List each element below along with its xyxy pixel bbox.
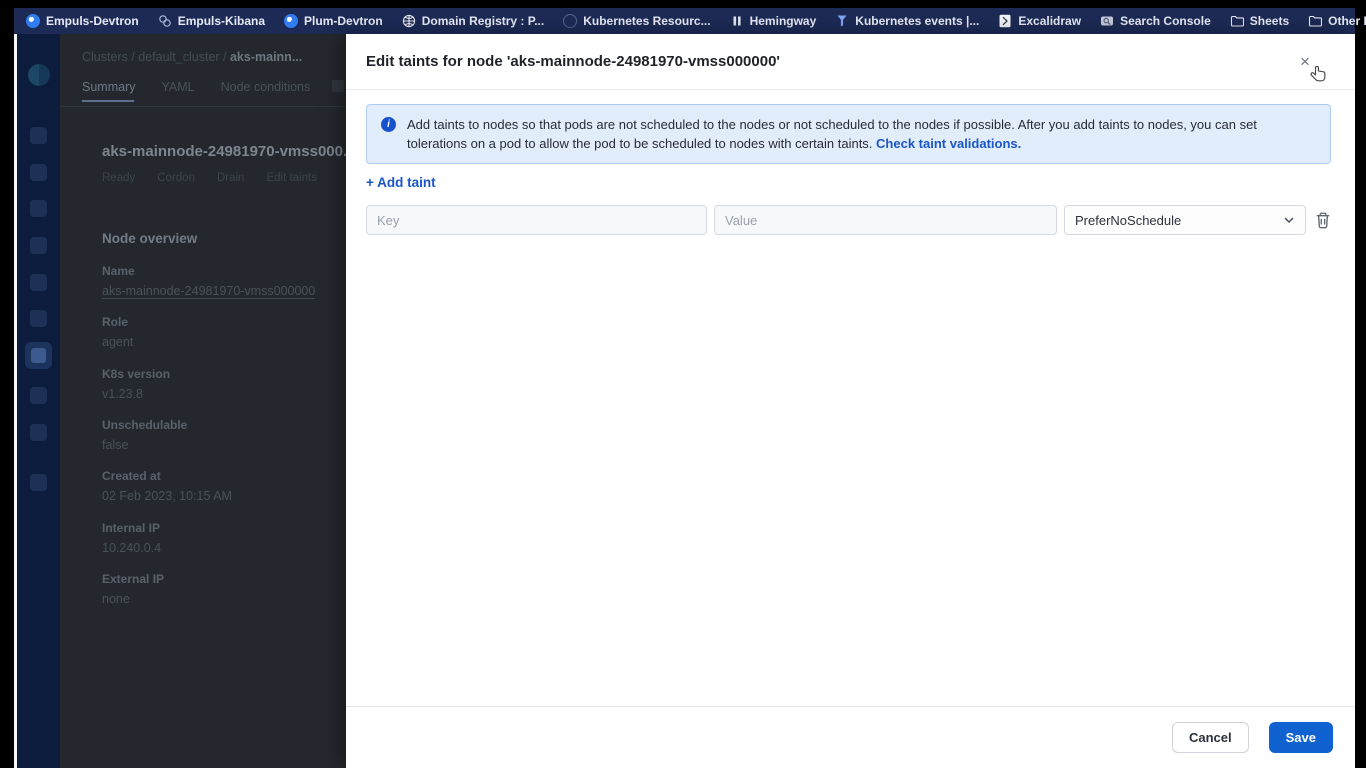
banner-text: Add taints to nodes so that pods are not…: [407, 117, 1257, 151]
bookmark-sheets[interactable]: Sheets: [1230, 14, 1289, 28]
bookmark-label: Sheets: [1249, 14, 1290, 28]
left-letterbox: [0, 0, 14, 768]
screen: Empuls-Devtron Empuls-Kibana Plum-Devtro…: [0, 0, 1366, 768]
check-taint-validations-link[interactable]: Check taint validations.: [876, 136, 1021, 151]
bookmark-excalidraw[interactable]: Excalidraw: [998, 14, 1081, 28]
delete-taint-icon[interactable]: [1314, 211, 1332, 229]
bookmark-label: Search Console: [1120, 14, 1211, 28]
taint-value-input[interactable]: [714, 205, 1057, 235]
bookmark-label: Excalidraw: [1018, 14, 1082, 28]
bookmark-label: Plum-Devtron: [304, 14, 383, 28]
add-taint-button[interactable]: + Add taint: [366, 175, 436, 190]
kubernetes-icon: [563, 14, 578, 28]
taint-key-input[interactable]: [366, 205, 707, 235]
drawer-footer: Cancel Save: [346, 706, 1355, 768]
drawer-header: Edit taints for node 'aks-mainnode-24981…: [346, 34, 1355, 90]
bookmark-hemingway[interactable]: Hemingway: [730, 14, 817, 28]
top-letterbox: [0, 0, 1366, 8]
bookmarks-bar: Empuls-Devtron Empuls-Kibana Plum-Devtro…: [14, 8, 1366, 34]
bookmark-kubernetes-events[interactable]: Kubernetes events |...: [835, 14, 979, 28]
drawer-backdrop[interactable]: [14, 34, 346, 768]
bookmark-empuls-kibana[interactable]: Empuls-Kibana: [158, 14, 265, 28]
taint-effect-select[interactable]: PreferNoSchedule: [1064, 205, 1306, 235]
cancel-button[interactable]: Cancel: [1171, 722, 1249, 753]
bookmark-kubernetes-resources[interactable]: Kubernetes Resourc...: [563, 14, 711, 28]
bookmark-label: Empuls-Kibana: [177, 14, 266, 28]
globe-icon: [402, 14, 416, 28]
folder-icon: [1308, 14, 1323, 28]
bookmark-empuls-devtron[interactable]: Empuls-Devtron: [26, 14, 139, 28]
kibana-icon: [158, 14, 172, 28]
folder-icon: [1230, 14, 1244, 28]
info-icon: i: [381, 117, 396, 132]
edit-taints-drawer: Edit taints for node 'aks-mainnode-24981…: [346, 34, 1355, 768]
chevron-down-icon: [1284, 217, 1294, 224]
hourglass-icon: [835, 14, 849, 28]
bookmark-search-console[interactable]: Search Console: [1100, 14, 1211, 28]
other-bookmarks-label: Other Bookmarks: [1328, 14, 1366, 28]
bookmark-label: Kubernetes events |...: [855, 14, 980, 28]
drawer-title: Edit taints for node 'aks-mainnode-24981…: [366, 53, 780, 70]
right-letterbox: [1355, 0, 1366, 768]
search-console-icon: [1100, 14, 1114, 28]
taint-effect-value: PreferNoSchedule: [1075, 212, 1182, 228]
bookmark-plum-devtron[interactable]: Plum-Devtron: [284, 14, 383, 28]
close-icon[interactable]: ×: [1293, 50, 1317, 74]
bookmark-domain-registry[interactable]: Domain Registry : P...: [402, 14, 544, 28]
devtron-icon: [284, 14, 299, 28]
devtron-icon: [26, 14, 40, 28]
bookmark-label: Kubernetes Resourc...: [583, 14, 711, 28]
hemingway-icon: [730, 14, 744, 28]
other-bookmarks-button[interactable]: Other Bookmarks: [1308, 14, 1366, 28]
bookmark-label: Domain Registry : P...: [421, 14, 545, 28]
save-button[interactable]: Save: [1268, 722, 1333, 753]
excalidraw-icon: [998, 14, 1012, 28]
bookmark-label: Hemingway: [749, 14, 817, 28]
taints-info-banner: i Add taints to nodes so that pods are n…: [366, 104, 1331, 164]
bookmark-label: Empuls-Devtron: [46, 14, 139, 28]
